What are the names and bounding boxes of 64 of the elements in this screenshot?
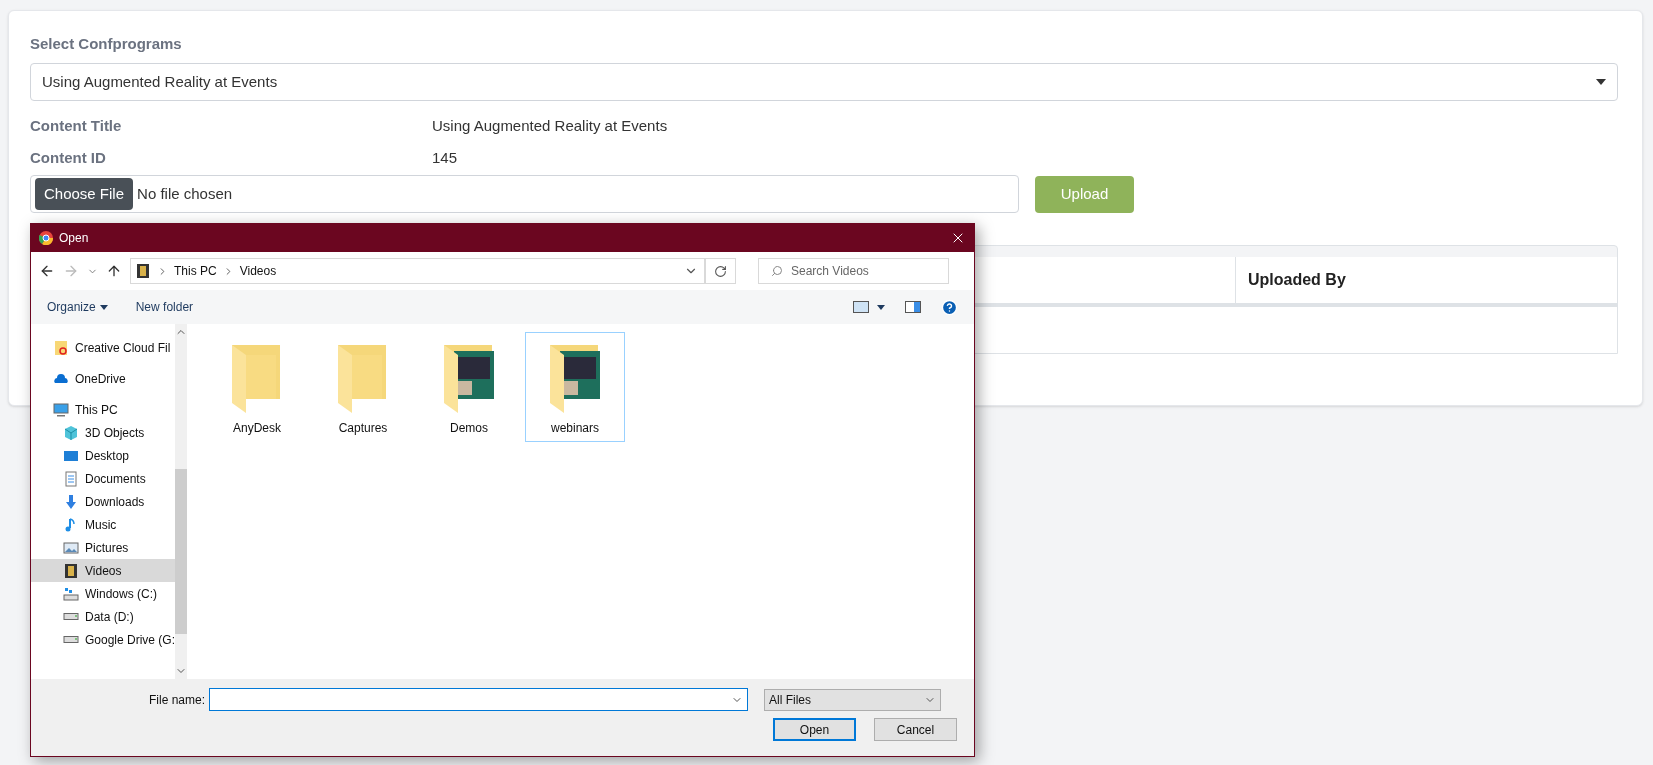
nav-item[interactable]: Windows (C:): [31, 582, 176, 605]
nav-item[interactable]: Pictures: [31, 536, 176, 559]
nav-item[interactable]: 3D Objects: [31, 421, 176, 444]
film-icon: [63, 562, 79, 579]
choose-file-button[interactable]: Choose File: [35, 177, 134, 211]
command-button[interactable]: New folder: [135, 298, 194, 316]
monitor-icon: [53, 401, 69, 418]
nav-item[interactable]: Videos: [31, 559, 176, 582]
caret-icon: [99, 304, 108, 310]
file-status: No file chosen: [137, 183, 233, 204]
folder-item[interactable]: Demos: [419, 332, 519, 442]
field-value: Using Augmented Reality at Events: [432, 116, 669, 136]
help-icon[interactable]: [941, 298, 958, 316]
preview-pane-icon[interactable]: [905, 301, 921, 313]
refresh-button[interactable]: [705, 258, 736, 284]
field-label: Content Title: [30, 116, 123, 136]
up-arrow-icon[interactable]: [106, 263, 122, 279]
program-select[interactable]: Using Augmented Reality at Events: [30, 63, 1618, 101]
nav-item[interactable]: Data (D:): [31, 605, 176, 628]
address-bar[interactable]: This PC Videos: [130, 258, 705, 284]
nav-item[interactable]: Creative Cloud Fil: [31, 336, 176, 359]
cube-icon: [63, 424, 79, 441]
file-input[interactable]: Choose File No file chosen: [30, 175, 1019, 213]
scrollbar[interactable]: [175, 324, 188, 679]
nav-item[interactable]: Google Drive (G:: [31, 628, 176, 651]
view-icon: [853, 301, 869, 313]
folder-item[interactable]: AnyDesk: [207, 332, 307, 442]
caret-icon: [877, 304, 885, 310]
refresh-icon: [714, 264, 727, 278]
command-button[interactable]: Organize: [47, 298, 108, 316]
select-label: Select Confprograms: [30, 34, 183, 54]
breadcrumb-item[interactable]: Videos: [239, 262, 277, 280]
column-header: Uploaded By: [1235, 257, 1617, 303]
breadcrumb-item[interactable]: This PC: [174, 262, 217, 280]
download-icon: [63, 493, 79, 510]
dialog-title: Open: [59, 230, 90, 247]
nav-item[interactable]: OneDrive: [31, 367, 176, 390]
folder-item[interactable]: Captures: [313, 332, 413, 442]
dialog-button[interactable]: Cancel: [874, 718, 957, 741]
document-icon: [63, 470, 79, 487]
nav-item[interactable]: This PC: [31, 398, 176, 421]
folder-item[interactable]: webinars: [525, 332, 625, 442]
folder-icon: [53, 339, 69, 356]
field-label: Content ID: [30, 148, 107, 168]
view-menu-button[interactable]: [853, 301, 885, 313]
search-field[interactable]: Search Videos: [758, 258, 949, 284]
file-type-select[interactable]: All Files: [764, 688, 942, 711]
dialog-button[interactable]: Open: [773, 718, 856, 741]
search-icon: [771, 265, 783, 277]
app-icon: [39, 231, 53, 245]
drive-icon: [63, 585, 79, 602]
scrollbar-thumb[interactable]: [175, 469, 188, 634]
nav-item[interactable]: Music: [31, 513, 176, 536]
picture-icon: [63, 539, 79, 556]
file-name-input[interactable]: [209, 688, 749, 711]
drive-icon: [63, 636, 79, 643]
nav-item[interactable]: Documents: [31, 467, 176, 490]
drive-icon: [63, 613, 79, 620]
nav-item[interactable]: Downloads: [31, 490, 176, 513]
nav-item[interactable]: Desktop: [31, 444, 176, 467]
file-name-label: File name:: [149, 691, 206, 709]
field-value: 145: [432, 148, 459, 168]
film-icon: [135, 263, 151, 279]
caret-icon: [1596, 79, 1606, 85]
